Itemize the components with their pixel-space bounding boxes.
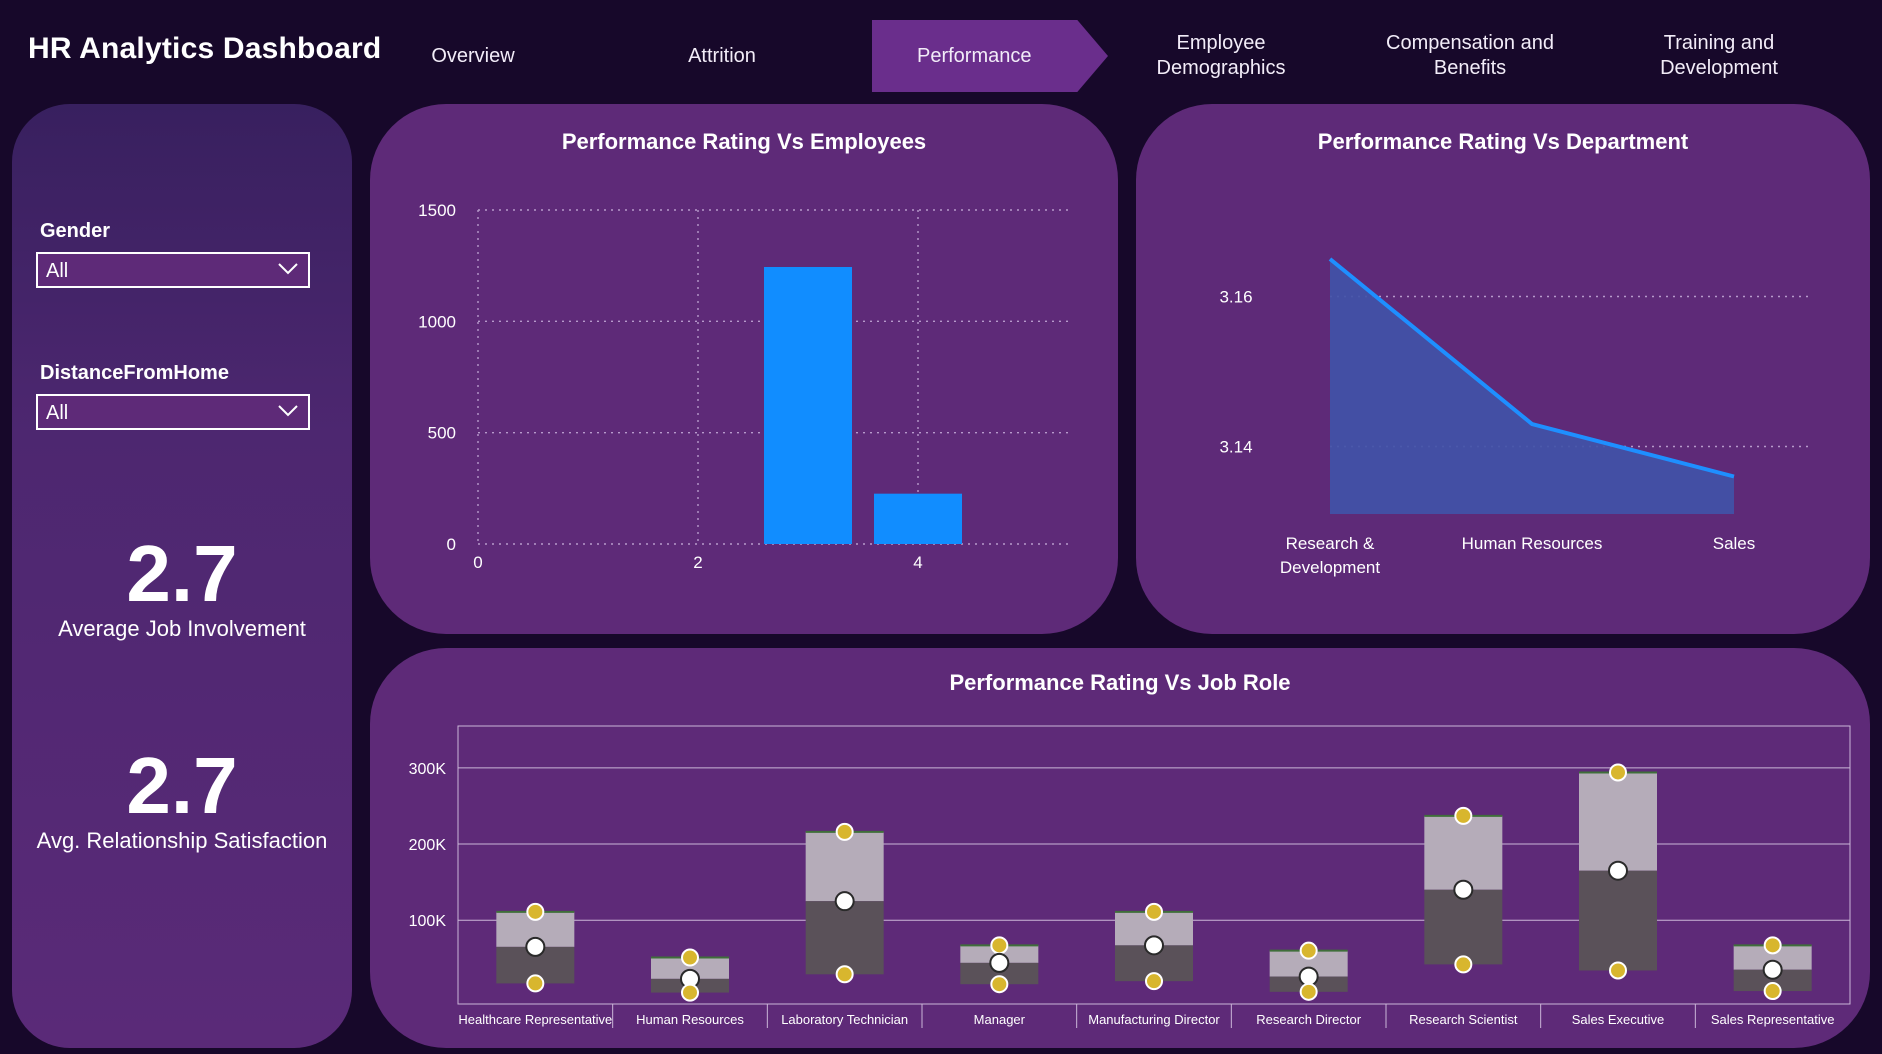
box-upper: [1579, 772, 1657, 871]
kpi-job-involvement-value: 2.7: [126, 529, 238, 618]
bar: [764, 267, 852, 544]
y-tick-label: 1000: [418, 312, 456, 331]
y-tick-label: 200K: [409, 837, 447, 854]
min-point: [1763, 982, 1782, 1001]
max-point: [526, 902, 545, 921]
median-point: [1453, 879, 1474, 900]
panel-rating-vs-employees: Performance Rating Vs Employees 0 500 1000…: [370, 104, 1118, 634]
min-point: [990, 975, 1009, 994]
tab-overview[interactable]: Overview: [358, 20, 588, 92]
kpi-relationship-satisfaction-value: 2.7: [126, 741, 238, 830]
area-fill: [1330, 259, 1734, 514]
x-tick-label: Sales Executive: [1572, 1012, 1665, 1027]
min-point: [681, 983, 699, 1002]
box-lower: [1424, 889, 1503, 965]
min-point: [1454, 955, 1473, 974]
y-tick-label: 500: [428, 424, 456, 443]
min-point: [1609, 961, 1627, 980]
x-tick-label: Laboratory Technician: [781, 1012, 908, 1027]
x-tick-label: Research Scientist: [1409, 1012, 1518, 1027]
kpi-job-involvement-label: Average Job Involvement: [58, 616, 306, 641]
box-lower: [1579, 870, 1657, 971]
y-tick-label: 3.16: [1219, 288, 1252, 307]
median-point: [1144, 935, 1164, 956]
max-point: [1763, 936, 1782, 955]
max-point: [681, 948, 699, 967]
min-point: [1299, 982, 1318, 1001]
y-tick-label: 0: [447, 535, 456, 554]
median-point: [989, 952, 1010, 973]
min-point: [835, 965, 854, 984]
kpi-relationship-satisfaction-label: Avg. Relationship Satisfaction: [36, 828, 328, 853]
box-upper: [1424, 815, 1503, 890]
y-tick-label: 300K: [409, 761, 447, 778]
panel-rating-vs-department: Performance Rating Vs Department 3.14 3.1…: [1136, 104, 1870, 634]
x-tick-label: Manufacturing Director: [1088, 1012, 1220, 1027]
distance-filter-label: DistanceFromHome: [40, 362, 229, 384]
box-upper: [805, 831, 884, 902]
x-tick-label: Healthcare Representative: [458, 1012, 612, 1027]
panel-rating-vs-job-role: Performance Rating Vs Job Role 100K 200K 3…: [370, 648, 1870, 1048]
max-point: [1145, 902, 1163, 921]
x-tick-label: Human Resources: [636, 1012, 744, 1027]
median-point: [525, 936, 546, 957]
nav-tabs: Overview Attrition Performance Employee …: [0, 20, 1882, 96]
chevron-down-icon: [278, 405, 298, 417]
x-tick-label: Research Director: [1256, 1012, 1361, 1027]
max-point: [990, 936, 1009, 955]
min-point: [526, 974, 545, 993]
tab-training-and-development[interactable]: Training and Development: [1604, 20, 1834, 92]
max-point: [1299, 941, 1318, 960]
tab-compensation-and-benefits[interactable]: Compensation and Benefits: [1355, 20, 1585, 92]
x-tick-label: Human Resources: [1462, 534, 1603, 553]
min-point: [1145, 972, 1163, 991]
distance-filter-dropdown[interactable]: All: [36, 394, 310, 430]
x-tick-label: Sales Representative: [1711, 1012, 1835, 1027]
y-tick-label: 100K: [409, 913, 447, 930]
max-point: [835, 822, 854, 841]
chevron-down-icon: [278, 263, 298, 275]
tab-performance[interactable]: Performance: [872, 20, 1108, 92]
rating-vs-department-chart: 3.14 3.16 Research & Development Human Resou…: [1219, 257, 1812, 577]
x-tick-label: 4: [913, 553, 922, 572]
distance-filter-value: All: [46, 402, 69, 424]
x-tick-label: Sales: [1713, 534, 1756, 553]
gender-filter-label: Gender: [40, 220, 111, 242]
gender-filter-dropdown[interactable]: All: [36, 252, 310, 288]
y-tick-label: 1500: [418, 201, 456, 220]
median-point: [834, 891, 855, 912]
bar: [874, 493, 962, 544]
box-lower: [805, 901, 884, 975]
max-point: [1609, 763, 1627, 782]
rating-vs-job-role-chart: 100K 200K 300K Healthcare Representative Hum…: [409, 725, 1851, 1028]
rating-vs-employees-chart: 0 500 1000 1500 0 2 4: [418, 201, 1072, 572]
y-tick-label: 3.14: [1219, 438, 1252, 457]
tab-employee-demographics[interactable]: Employee Demographics: [1106, 20, 1336, 92]
x-tick-label: Research & Development: [1280, 534, 1380, 577]
filter-sidebar: Gender All DistanceFromHome All 2.7 Aver…: [12, 104, 352, 1048]
tab-attrition[interactable]: Attrition: [607, 20, 837, 92]
median-point: [1762, 959, 1783, 980]
x-tick-label: 0: [473, 553, 482, 572]
x-tick-label: 2: [693, 553, 702, 572]
gender-filter-value: All: [46, 260, 69, 282]
max-point: [1454, 806, 1473, 825]
median-point: [1608, 860, 1628, 881]
x-tick-label: Manager: [974, 1012, 1026, 1027]
